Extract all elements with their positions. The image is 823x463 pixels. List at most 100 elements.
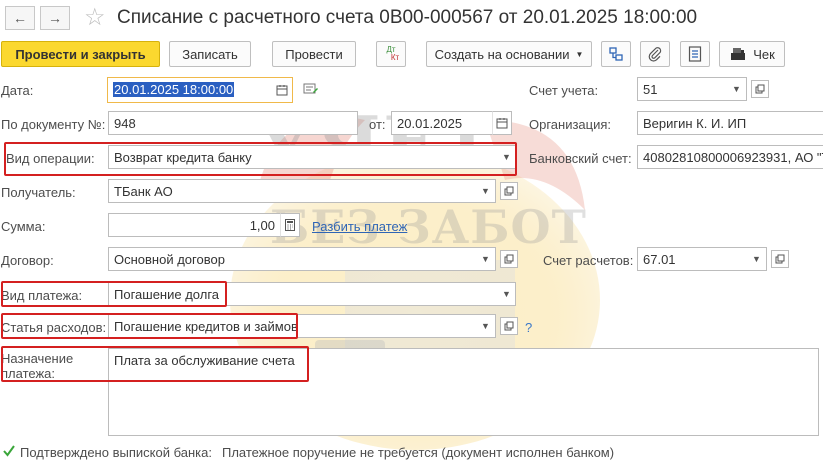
sum-label: Сумма:: [1, 219, 46, 234]
bank-account-value: 40802810800006923931, АО "Т: [643, 150, 823, 165]
recipient-dropdown[interactable]: ▼: [476, 179, 496, 203]
recipient-label: Получатель:: [1, 185, 76, 200]
purpose-textarea[interactable]: Плата за обслуживание счета: [108, 348, 819, 436]
from-label: от:: [369, 117, 386, 132]
receipt-button[interactable]: Чек: [719, 41, 785, 67]
settlement-account-label: Счет расчетов:: [543, 253, 634, 268]
sum-input[interactable]: 1,00: [108, 213, 281, 237]
open-icon: [504, 186, 514, 196]
doc-number-input[interactable]: 948: [108, 111, 358, 135]
operation-type-label: Вид операции:: [6, 151, 95, 166]
contract-dropdown[interactable]: ▼: [476, 247, 496, 271]
calculator-button[interactable]: [280, 213, 300, 237]
sum-value: 1,00: [249, 218, 275, 233]
operation-type-select[interactable]: Возврат кредита банку: [108, 145, 500, 169]
settlement-account-dropdown[interactable]: ▼: [747, 247, 767, 271]
recipient-open-button[interactable]: [500, 182, 518, 200]
operation-type-dropdown[interactable]: ▼: [498, 145, 516, 169]
forward-button[interactable]: →: [40, 6, 70, 30]
help-icon[interactable]: ?: [525, 320, 532, 335]
purpose-label-line1: Назначение: [1, 351, 74, 366]
create-based-on-label: Создать на основании: [434, 46, 570, 62]
post-button[interactable]: Провести: [272, 41, 356, 67]
checkmark-icon: [3, 445, 15, 457]
dt-kt-button[interactable]: Дт Кт: [376, 41, 406, 67]
expense-item-open-button[interactable]: [500, 317, 518, 335]
kt-label: Кт: [390, 53, 400, 62]
chevron-down-icon: ▼: [481, 254, 490, 264]
from-date-value: 20.01.2025: [397, 116, 463, 131]
calculator-icon: [285, 219, 295, 231]
bank-account-label: Банковский счет:: [529, 151, 632, 166]
contract-input[interactable]: Основной договор: [108, 247, 478, 271]
calendar-icon: [276, 85, 287, 96]
chevron-down-icon: ▼: [502, 289, 511, 299]
create-based-on-button[interactable]: Создать на основании ▼: [426, 41, 592, 67]
chevron-down-icon: ▼: [752, 254, 761, 264]
recipient-input[interactable]: ТБанк АО: [108, 179, 478, 203]
arrow-right-icon: →: [48, 10, 62, 26]
payment-type-value: Погашение долга: [114, 287, 220, 302]
contract-open-button[interactable]: [500, 250, 518, 268]
page-title: Списание с расчетного счета 0В00-000567 …: [117, 7, 698, 28]
chevron-down-icon: ▼: [732, 84, 741, 94]
expense-item-label: Статья расходов:: [1, 320, 107, 335]
post-and-close-button[interactable]: Провести и закрыть: [1, 41, 160, 67]
account-value: 51: [643, 82, 658, 97]
date-input[interactable]: 20.01.2025 18:00:00: [107, 77, 273, 103]
doc-number-value: 948: [114, 116, 136, 131]
organization-value: Веригин К. И. ИП: [643, 116, 747, 131]
expense-item-dropdown[interactable]: ▼: [476, 314, 496, 338]
arrow-left-icon: ←: [13, 10, 27, 26]
paperclip-icon: [648, 47, 662, 62]
chevron-down-icon: ▼: [502, 152, 511, 162]
recipient-value: ТБанк АО: [114, 184, 173, 199]
confirmed-status: Платежное поручение не требуется (докуме…: [222, 445, 615, 460]
cash-register-icon: [731, 48, 746, 60]
settlement-account-open-button[interactable]: [771, 250, 789, 268]
confirmed-label: Подтверждено выпиской банка:: [20, 445, 212, 460]
open-icon: [504, 254, 514, 264]
payment-type-label: Вид платежа:: [1, 288, 83, 303]
confirmed-checkbox[interactable]: [2, 444, 16, 458]
save-button[interactable]: Записать: [169, 41, 251, 67]
contract-label: Договор:: [1, 253, 54, 268]
account-dropdown-button[interactable]: ▼: [727, 77, 747, 101]
payment-type-select[interactable]: Погашение долга: [108, 282, 500, 306]
back-button[interactable]: ←: [5, 6, 35, 30]
from-calendar-button[interactable]: [492, 111, 512, 135]
account-label: Счет учета:: [529, 83, 599, 98]
document-list-icon: [688, 46, 702, 62]
list-button[interactable]: [680, 41, 710, 67]
payment-type-dropdown[interactable]: ▼: [498, 282, 516, 306]
operation-type-value: Возврат кредита банку: [114, 150, 252, 165]
structure-button[interactable]: [601, 41, 631, 67]
doc-number-label: По документу №:: [1, 117, 106, 132]
chevron-down-icon: ▼: [481, 186, 490, 196]
receipt-label: Чек: [753, 46, 775, 62]
contract-value: Основной договор: [114, 252, 225, 267]
structure-icon: [609, 47, 623, 61]
date-label: Дата:: [1, 83, 34, 98]
bank-account-input[interactable]: 40802810800006923931, АО "Т: [637, 145, 823, 169]
organization-label: Организация:: [529, 117, 612, 132]
chevron-down-icon: ▼: [481, 321, 490, 331]
open-icon: [755, 84, 765, 94]
open-icon: [504, 321, 514, 331]
open-icon: [775, 254, 785, 264]
expense-item-value: Погашение кредитов и займов: [114, 319, 298, 334]
split-payment-link[interactable]: Разбить платеж: [312, 219, 407, 234]
purpose-label-line2: платежа:: [1, 366, 55, 381]
account-input[interactable]: 51: [637, 77, 729, 101]
expense-item-input[interactable]: Погашение кредитов и займов: [108, 314, 478, 338]
from-date-input[interactable]: 20.01.2025: [391, 111, 493, 135]
date-value: 20.01.2025 18:00:00: [113, 82, 235, 97]
edit-note-icon[interactable]: [303, 83, 319, 100]
calendar-button[interactable]: [271, 77, 293, 103]
organization-input[interactable]: Веригин К. И. ИП: [637, 111, 823, 135]
purpose-value: Плата за обслуживание счета: [114, 353, 295, 368]
settlement-account-input[interactable]: 67.01: [637, 247, 749, 271]
account-open-button[interactable]: [751, 80, 769, 98]
attach-button[interactable]: [640, 41, 670, 67]
star-favorite-icon[interactable]: ☆: [84, 4, 106, 32]
